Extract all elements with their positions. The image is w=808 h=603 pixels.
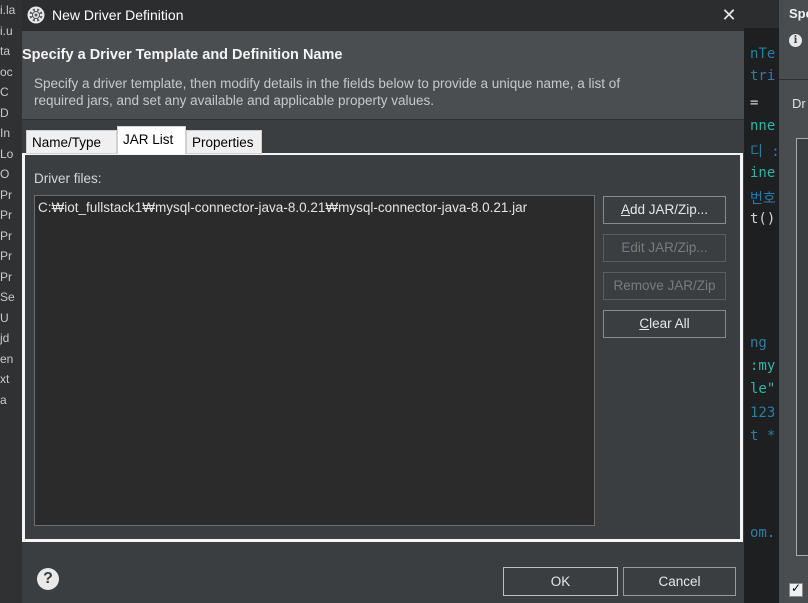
background-code-line: 번호 bbox=[750, 191, 776, 207]
background-explorer-item: Lo bbox=[0, 146, 14, 161]
background-explorer-item: xt bbox=[0, 372, 10, 386]
tab-name-type[interactable]: Name/Type bbox=[26, 130, 117, 154]
background-code-line: le" bbox=[750, 381, 776, 397]
clear-all-button[interactable]: Clear All bbox=[603, 310, 726, 338]
background-code-line: om. bbox=[750, 525, 776, 541]
dialog-titlebar: New Driver Definition ✕ bbox=[22, 0, 744, 31]
close-icon[interactable]: ✕ bbox=[716, 3, 742, 27]
background-code-line: ng bbox=[750, 335, 767, 351]
add-jar-button[interactable]: Add JAR/Zip... bbox=[603, 196, 726, 224]
list-item[interactable]: C:₩iot_fullstack1₩mysql-connector-java-8… bbox=[38, 200, 527, 215]
background-code-line: = bbox=[750, 95, 759, 111]
cancel-button[interactable]: Cancel bbox=[623, 567, 736, 596]
background-explorer-item: oc bbox=[0, 64, 13, 79]
background-explorer-item: a bbox=[0, 392, 7, 407]
help-icon[interactable]: ? bbox=[37, 568, 59, 590]
gear-icon bbox=[27, 6, 45, 24]
background-explorer-item: Pr bbox=[0, 187, 12, 202]
background-explorer-item: Pr bbox=[0, 228, 12, 243]
background-explorer-item: Se bbox=[0, 290, 15, 304]
clear-all-mnemonic: C bbox=[639, 316, 650, 331]
ok-button[interactable]: OK bbox=[503, 567, 618, 596]
background-code-line: ine bbox=[750, 165, 776, 181]
background-code-line: t * bbox=[750, 428, 776, 444]
dialog-header: Specify a Driver Template and Definition… bbox=[22, 31, 744, 120]
background-explorer-item: D bbox=[0, 105, 9, 120]
background-explorer-item: Pr bbox=[0, 249, 12, 263]
background-code-editor: nTe tri = nne 디 : ine 번호 t() ng :my le" 123 t * om. bbox=[744, 28, 780, 603]
dialog-title: New Driver Definition bbox=[52, 7, 184, 23]
add-jar-mnemonic: A bbox=[620, 202, 630, 217]
background-dialog-separator bbox=[779, 79, 808, 80]
remove-jar-button[interactable]: Remove JAR/Zip bbox=[603, 272, 726, 300]
background-explorer-item: U bbox=[0, 310, 9, 325]
background-code-line: nne bbox=[750, 118, 776, 134]
background-code-line: 디 : bbox=[750, 144, 780, 160]
background-explorer-item: i.la bbox=[0, 3, 16, 17]
tab-properties[interactable]: Properties bbox=[186, 130, 262, 154]
background-explorer-item: jd bbox=[0, 331, 10, 345]
background-code-line: t() bbox=[750, 211, 776, 227]
background-code-line: 123 bbox=[750, 405, 776, 421]
background-dialog: Spe i Dr bbox=[779, 0, 808, 603]
background-code-line: :my bbox=[750, 358, 776, 374]
background-explorer-item: Pr bbox=[0, 269, 12, 284]
background-code-line: tri bbox=[750, 68, 776, 84]
add-jar-label: dd JAR/Zip... bbox=[629, 202, 709, 217]
header-title: Specify a Driver Template and Definition… bbox=[22, 47, 343, 63]
tab-jar-list[interactable]: JAR List bbox=[117, 126, 186, 154]
clear-all-label: lear All bbox=[649, 316, 690, 331]
new-driver-definition-dialog: New Driver Definition ✕ Specify a Driver… bbox=[22, 0, 744, 603]
background-explorer-item: i.u bbox=[0, 23, 13, 38]
info-icon: i bbox=[789, 34, 802, 47]
background-explorer-item: en bbox=[0, 351, 14, 366]
background-dialog-box bbox=[796, 138, 808, 556]
background-explorer-item: ta bbox=[0, 44, 11, 58]
background-explorer-item: O bbox=[0, 167, 10, 181]
background-explorer-item: In bbox=[0, 126, 11, 140]
background-explorer-item: Pr bbox=[0, 208, 12, 222]
driver-files-list[interactable]: C:₩iot_fullstack1₩mysql-connector-java-8… bbox=[34, 195, 595, 526]
background-checkbox[interactable] bbox=[789, 581, 803, 597]
background-explorer-strip: i.la i.u ta oc C D In Lo O Pr Pr Pr Pr Pr Se Ujd en xt a bbox=[0, 0, 22, 603]
background-dialog-title: Spe bbox=[789, 6, 808, 21]
header-description: Specify a driver template, then modify d… bbox=[34, 76, 621, 108]
background-explorer-item: C bbox=[0, 85, 9, 99]
driver-files-label: Driver files: bbox=[34, 171, 102, 186]
background-dialog-label: Dr bbox=[792, 96, 806, 111]
background-code-line: nTe bbox=[750, 46, 776, 62]
edit-jar-button[interactable]: Edit JAR/Zip... bbox=[603, 234, 726, 262]
